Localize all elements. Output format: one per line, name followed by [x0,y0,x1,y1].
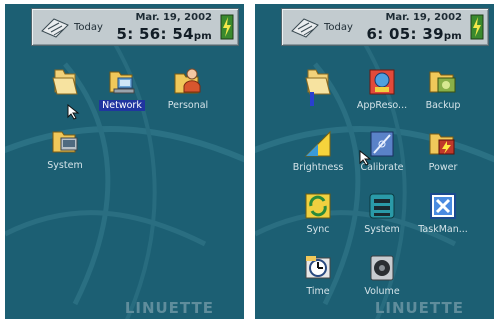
personal-item[interactable]: Personal [153,66,223,122]
personal-label: Personal [167,100,209,111]
sync-icon [305,193,331,219]
network-icon [109,71,135,94]
volume-icon [370,255,394,281]
folder-icon [52,69,78,95]
today-icon[interactable] [40,17,70,39]
battery-icon[interactable] [468,13,486,41]
time-display: 6: 05: 39pm [366,25,462,43]
drag-marker [310,92,314,106]
backup-label: Backup [425,100,461,111]
time-label: Time [306,286,330,297]
taskman-item[interactable]: TaskMan... [408,190,478,246]
system-label: System [364,224,400,235]
time-value: 6: 05: 39 [366,25,444,43]
date-display: Mar. 19, 2002 [385,12,462,23]
appresource-icon [369,69,395,95]
brightness-label: Brightness [292,162,344,173]
appresource-label: AppReso... [356,100,408,111]
volume-label: Volume [364,286,400,297]
left-screen: Today Mar. 19, 2002 5: 56: 54pm Network [5,4,244,319]
time-icon [305,256,331,279]
power-icon [429,133,455,155]
time-value: 5: 56: 54 [116,25,194,43]
calibrate-item[interactable]: Calibrate [347,128,417,184]
right-screen: Today Mar. 19, 2002 6: 05: 39pm AppReso.… [255,4,494,319]
taskman-icon [430,193,456,219]
status-bar: Today Mar. 19, 2002 5: 56: 54pm [31,8,239,46]
calibrate-label: Calibrate [360,162,404,173]
status-bar: Today Mar. 19, 2002 6: 05: 39pm [281,8,489,46]
personal-icon [174,68,201,94]
system-icon [369,193,395,219]
system-label: System [47,160,83,171]
pointer-cursor-icon [359,150,372,166]
watermark-logo: LINUETTE [124,299,214,317]
taskman-label: TaskMan... [418,224,468,235]
folder-item[interactable] [283,66,353,122]
today-icon[interactable] [290,17,320,39]
folder-icon [305,69,331,95]
power-item[interactable]: Power [408,128,478,184]
system-item[interactable]: System [30,126,100,182]
time-display: 5: 56: 54pm [116,25,212,43]
sync-item[interactable]: Sync [283,190,353,246]
network-label: Network [99,100,145,111]
sync-label: Sync [306,224,330,235]
brightness-icon [304,130,331,157]
watermark-logo: LINUETTE [374,299,464,317]
appresource-item[interactable]: AppReso... [347,66,417,122]
date-display: Mar. 19, 2002 [135,12,212,23]
system-item[interactable]: System [347,190,417,246]
brightness-item[interactable]: Brightness [283,128,353,184]
ampm-label: pm [193,31,212,42]
ampm-label: pm [443,31,462,42]
system-icon [52,131,78,153]
pointer-cursor-icon [67,104,80,120]
power-label: Power [428,162,458,173]
backup-icon [429,71,456,93]
time-item[interactable]: Time [283,252,353,308]
backup-item[interactable]: Backup [408,66,478,122]
network-item[interactable]: Network [87,66,157,122]
today-label[interactable]: Today [324,22,353,33]
battery-icon[interactable] [218,13,236,41]
today-label[interactable]: Today [74,22,103,33]
